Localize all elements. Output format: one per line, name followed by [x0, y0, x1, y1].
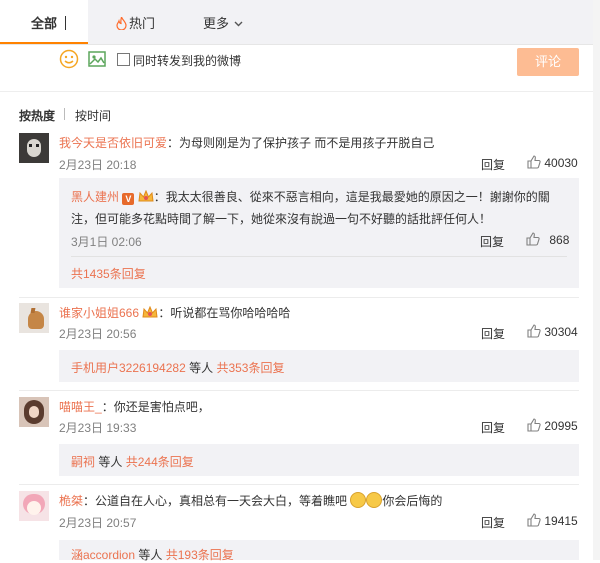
comment-body: 我今天是否依旧可爱：为母则刚是为了保护孩子 而不是用孩子开脱自己 — [59, 134, 434, 151]
reply-panel: 黑人建州 V ：我太太很善良、從來不惡言相向，這是我最愛她的原因之一！謝謝你的關… — [59, 178, 579, 288]
thumbs-up-icon — [527, 324, 541, 338]
tab-label: 更多 — [203, 16, 230, 31]
repost-checkbox[interactable] — [117, 53, 130, 66]
tab-all[interactable]: 全部 — [0, 0, 88, 44]
comment-time: 2月23日 20:57 — [59, 516, 137, 530]
tab-label: 热门 — [129, 16, 156, 31]
avatar[interactable] — [19, 491, 49, 521]
thumbs-up-icon — [527, 155, 541, 169]
more-replies-link[interactable]: 共353条回复 — [216, 361, 284, 375]
like-button[interactable]: 30304 — [527, 324, 578, 339]
reply-summary: 涵accordion 等人 共193条回复 — [71, 546, 234, 563]
crown-icon — [138, 190, 154, 202]
crown-icon — [142, 306, 158, 318]
comment-text-tail: 你会后悔的 — [382, 494, 443, 508]
comment-divider — [19, 484, 579, 485]
tab-label: 全部 — [31, 16, 58, 31]
reply-button[interactable]: 回复 — [481, 325, 505, 342]
comment-time: 2月23日 20:18 — [59, 158, 137, 172]
like-count: 40030 — [544, 156, 578, 170]
like-count: 20995 — [544, 419, 578, 433]
emoji-icon[interactable] — [59, 49, 79, 69]
tab-more[interactable]: 更多 — [203, 0, 253, 44]
comment-username[interactable]: 谁家小姐姐666 — [59, 306, 139, 320]
comment-divider — [19, 390, 579, 391]
reply-summary-panel[interactable]: 手机用户3226194282 等人 共353条回复 — [59, 350, 579, 382]
like-button[interactable]: 868 — [526, 232, 569, 247]
comment-text: ：听说都在骂你哈哈哈哈 — [158, 306, 291, 320]
comment-body: 谁家小姐姐666 ：听说都在骂你哈哈哈哈 — [59, 304, 290, 321]
avatar[interactable] — [19, 133, 49, 163]
comment-username[interactable]: 喵喵王_ — [59, 400, 102, 414]
and-others-label: 等人 — [189, 361, 214, 375]
thumbs-up-icon — [526, 232, 540, 246]
sort-separator — [64, 108, 65, 120]
sort-by-time[interactable]: 按时间 — [75, 107, 111, 124]
reply-button[interactable]: 回复 — [481, 419, 505, 436]
sub-comment-body: 黑人建州 V ：我太太很善良、從來不惡言相向，這是我最愛她的原因之一！謝謝你的關… — [71, 186, 571, 230]
comment-tab-bar: 全部 热门 更多 — [0, 0, 600, 45]
verified-badge-icon: V — [122, 193, 135, 205]
reply-summary: 手机用户3226194282 等人 共353条回复 — [71, 359, 284, 376]
reply-button[interactable]: 回复 — [481, 514, 505, 531]
image-icon[interactable] — [87, 49, 107, 69]
smile-emoji-icon — [350, 492, 367, 508]
fire-icon — [116, 17, 127, 30]
sort-by-heat[interactable]: 按热度 — [19, 107, 55, 124]
scrollbar[interactable] — [593, 0, 600, 560]
panel-divider — [71, 256, 567, 257]
thumbs-up-icon — [527, 513, 541, 527]
comment-divider — [19, 297, 579, 298]
divider — [0, 91, 600, 92]
comment-body: 喵喵王_：你还是害怕点吧， — [59, 398, 210, 415]
chevron-down-icon — [234, 21, 243, 27]
tab-hot[interactable]: 热门 — [114, 0, 164, 44]
like-button[interactable]: 20995 — [527, 418, 578, 433]
comment-text: ：公道自在人心，真相总有一天会大白，等着瞧吧 — [83, 494, 348, 508]
replier-username[interactable]: 嗣祠 — [71, 455, 95, 469]
comment-username[interactable]: 桅桀 — [59, 494, 83, 508]
comment-username[interactable]: 我今天是否依旧可爱 — [59, 136, 167, 150]
like-count: 868 — [549, 233, 570, 247]
avatar[interactable] — [19, 397, 49, 427]
reply-summary-panel[interactable]: 涵accordion 等人 共193条回复 — [59, 540, 579, 563]
more-replies-link[interactable]: 共1435条回复 — [71, 265, 146, 282]
reply-summary-panel[interactable]: 嗣祠 等人 共244条回复 — [59, 444, 579, 476]
comment-body: 桅桀：公道自在人心，真相总有一天会大白，等着瞧吧 你会后悔的 — [59, 492, 442, 509]
replier-username[interactable]: 手机用户3226194282 — [71, 361, 186, 375]
sub-comment-time: 3月1日 02:06 — [71, 235, 142, 249]
like-button[interactable]: 40030 — [527, 155, 578, 170]
comment-text: ：你还是害怕点吧， — [101, 400, 210, 414]
avatar[interactable] — [19, 303, 49, 333]
smile-emoji-icon — [366, 492, 383, 508]
like-count: 19415 — [544, 514, 578, 528]
and-others-label: 等人 — [98, 455, 123, 469]
comment-time: 2月23日 20:56 — [59, 327, 137, 341]
repost-label: 同时转发到我的微博 — [133, 54, 242, 68]
reply-summary: 嗣祠 等人 共244条回复 — [71, 453, 194, 470]
thumbs-up-icon — [527, 418, 541, 432]
comment-time: 2月23日 19:33 — [59, 421, 137, 435]
sub-comment-username[interactable]: 黑人建州 — [71, 190, 119, 204]
reply-button[interactable]: 回复 — [480, 233, 504, 250]
comment-submit-button[interactable]: 评论 — [517, 48, 579, 76]
like-count: 30304 — [544, 325, 578, 339]
comment-text: ：为母则刚是为了保护孩子 而不是用孩子开脱自己 — [167, 136, 435, 150]
like-button[interactable]: 19415 — [527, 513, 578, 528]
reply-button[interactable]: 回复 — [481, 156, 505, 173]
cursor-caret — [65, 16, 66, 30]
more-replies-link[interactable]: 共244条回复 — [126, 455, 194, 469]
